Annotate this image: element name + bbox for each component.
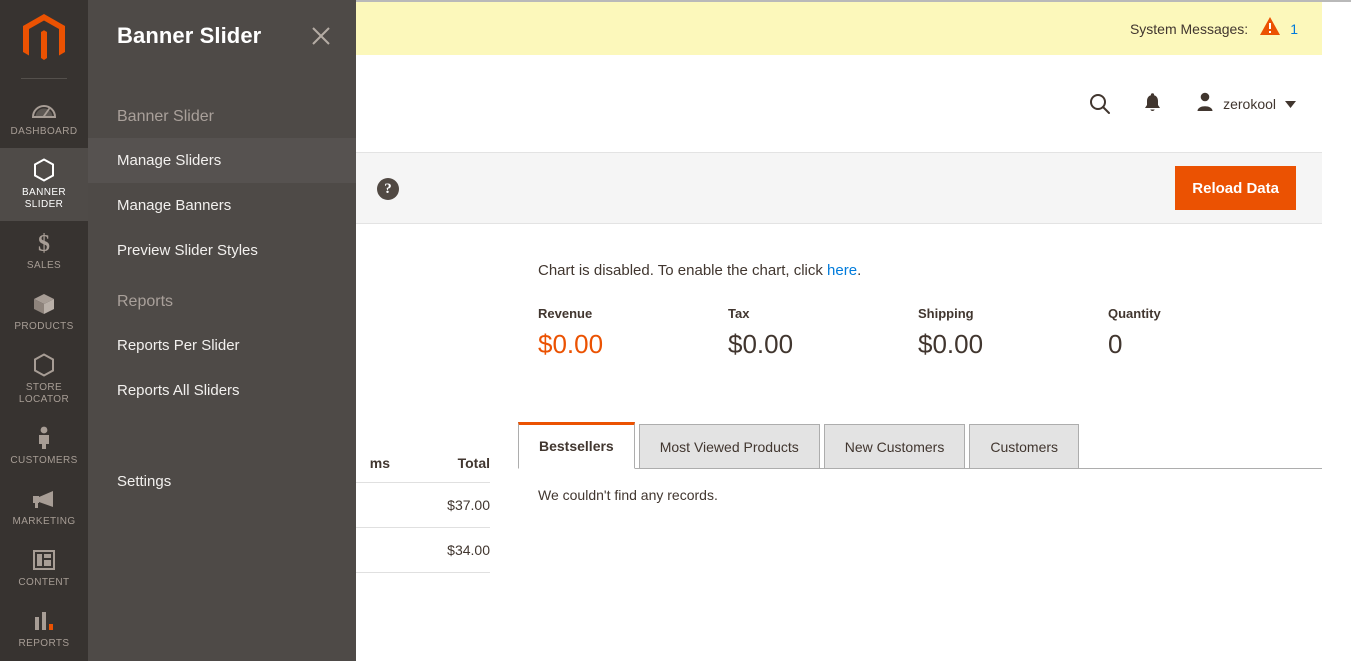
hexagon-icon xyxy=(31,352,57,378)
reload-data-button[interactable]: Reload Data xyxy=(1175,166,1296,210)
svg-text:$: $ xyxy=(38,231,50,256)
total-quantity-label: Quantity xyxy=(1108,306,1161,321)
flyout-group-reports: Reports xyxy=(117,293,174,310)
sidebar-item-sales[interactable]: $ Sales xyxy=(0,221,88,282)
sidebar-item-store-locator[interactable]: Store Locator xyxy=(0,343,88,416)
chart-disabled-note: Chart is disabled. To enable the chart, … xyxy=(538,262,861,279)
sidebar-label-banner-slider: Banner Slider xyxy=(21,187,67,210)
system-messages-count[interactable]: 1 xyxy=(1290,21,1298,37)
total-quantity: Quantity 0 xyxy=(1108,306,1298,360)
total-shipping-value: $0.00 xyxy=(918,329,984,359)
sidebar-item-banner-slider[interactable]: Banner Slider xyxy=(0,148,88,221)
empty-records-message: We couldn't find any records. xyxy=(538,487,718,503)
total-tax: Tax $0.00 xyxy=(728,306,918,360)
chart-note-suffix: . xyxy=(857,262,862,279)
column-header-total: Total xyxy=(457,455,490,471)
tab-new-customers[interactable]: New Customers xyxy=(823,424,966,469)
sidebar-label-reports: Reports xyxy=(18,638,70,649)
flyout-item-preview-slider-styles[interactable]: Preview Slider Styles xyxy=(88,228,356,273)
total-revenue: Revenue $0.00 xyxy=(538,306,728,360)
sidebar-item-marketing[interactable]: Marketing xyxy=(0,477,88,538)
banner-slider-flyout-menu: Banner Slider Banner Slider Manage Slide… xyxy=(88,0,356,661)
flyout-item-settings[interactable]: Settings xyxy=(88,459,356,504)
dashboard-gauge-icon xyxy=(31,96,57,122)
flyout-item-reports-all-sliders[interactable]: Reports All Sliders xyxy=(88,368,356,413)
warning-triangle-icon xyxy=(1259,16,1281,41)
flyout-item-reports-per-slider[interactable]: Reports Per Slider xyxy=(88,323,356,368)
sidebar-label-sales: Sales xyxy=(26,260,62,271)
total-shipping-label: Shipping xyxy=(918,306,974,321)
tab-most-viewed-products[interactable]: Most Viewed Products xyxy=(638,424,820,469)
admin-sidebar: Dashboard Banner Slider $ Sales xyxy=(0,0,88,661)
bell-icon[interactable] xyxy=(1143,92,1162,115)
sidebar-label-marketing: Marketing xyxy=(12,516,76,527)
box-icon xyxy=(31,291,57,317)
page-actions-bar: ? Reload Data xyxy=(356,152,1322,224)
enable-chart-link[interactable]: here xyxy=(827,262,857,279)
flyout-group-banner-slider: Banner Slider xyxy=(117,108,214,125)
flyout-item-manage-banners[interactable]: Manage Banners xyxy=(88,183,356,228)
total-revenue-value: $0.00 xyxy=(538,329,604,359)
flyout-spacer xyxy=(88,413,356,459)
sidebar-label-dashboard: Dashboard xyxy=(10,126,78,137)
sidebar-label-store-locator: Store Locator xyxy=(18,382,70,405)
total-tax-label: Tax xyxy=(728,306,750,321)
tab-customers[interactable]: Customers xyxy=(969,424,1080,469)
close-icon[interactable] xyxy=(308,23,334,49)
dollar-icon: $ xyxy=(31,230,57,256)
system-messages-label: System Messages: xyxy=(1129,20,1249,37)
total-quantity-value: 0 xyxy=(1108,329,1123,359)
layout-icon xyxy=(31,547,57,573)
sidebar-item-products[interactable]: Products xyxy=(0,282,88,343)
sidebar-item-customers[interactable]: Customers xyxy=(0,416,88,477)
tab-bestsellers[interactable]: Bestsellers xyxy=(518,422,635,469)
flyout-menu-list: Banner Slider Manage Sliders Manage Bann… xyxy=(88,72,356,504)
user-avatar-icon xyxy=(1196,91,1214,116)
total-tax-value: $0.00 xyxy=(728,329,794,359)
person-icon xyxy=(31,425,57,451)
flyout-item-manage-sliders[interactable]: Manage Sliders xyxy=(88,138,356,183)
megaphone-icon xyxy=(31,486,57,512)
system-messages-bar[interactable]: System Messages: 1 xyxy=(356,2,1322,55)
dashboard-totals: Revenue $0.00 Tax $0.00 Shipping $0.00 Q… xyxy=(538,306,1298,360)
bar-chart-icon xyxy=(31,608,57,634)
search-icon[interactable] xyxy=(1089,93,1111,115)
user-name-label: zerokool xyxy=(1223,95,1276,112)
chart-note-prefix: Chart is disabled. To enable the chart, … xyxy=(538,262,828,279)
cell-total: $34.00 xyxy=(447,542,490,558)
chevron-down-icon xyxy=(1285,95,1296,113)
sidebar-label-products: Products xyxy=(14,321,74,332)
sidebar-divider xyxy=(21,78,67,79)
sidebar-label-customers: Customers xyxy=(10,455,78,466)
dashboard-content: Chart is disabled. To enable the chart, … xyxy=(356,224,1322,661)
flyout-title: Banner Slider xyxy=(117,23,262,48)
sidebar-item-dashboard[interactable]: Dashboard xyxy=(0,87,88,148)
sidebar-item-reports[interactable]: Reports xyxy=(0,599,88,660)
admin-header: zerokool xyxy=(356,55,1322,152)
cell-total: $37.00 xyxy=(447,497,490,513)
question-mark-icon[interactable]: ? xyxy=(377,178,399,200)
dashboard-tabs: Bestsellers Most Viewed Products New Cus… xyxy=(518,422,1322,469)
sidebar-item-content[interactable]: Content xyxy=(0,538,88,599)
total-shipping: Shipping $0.00 xyxy=(918,306,1108,360)
magento-logo[interactable] xyxy=(0,0,88,78)
flyout-spacer xyxy=(88,273,356,283)
total-revenue-label: Revenue xyxy=(538,306,593,321)
user-menu[interactable]: zerokool xyxy=(1196,91,1296,116)
sidebar-label-content: Content xyxy=(18,577,70,588)
admin-page: ms Total $37.00 $34.00 System Messages: … xyxy=(0,0,1351,661)
flyout-header: Banner Slider xyxy=(88,0,356,72)
hexagon-icon xyxy=(31,157,57,183)
